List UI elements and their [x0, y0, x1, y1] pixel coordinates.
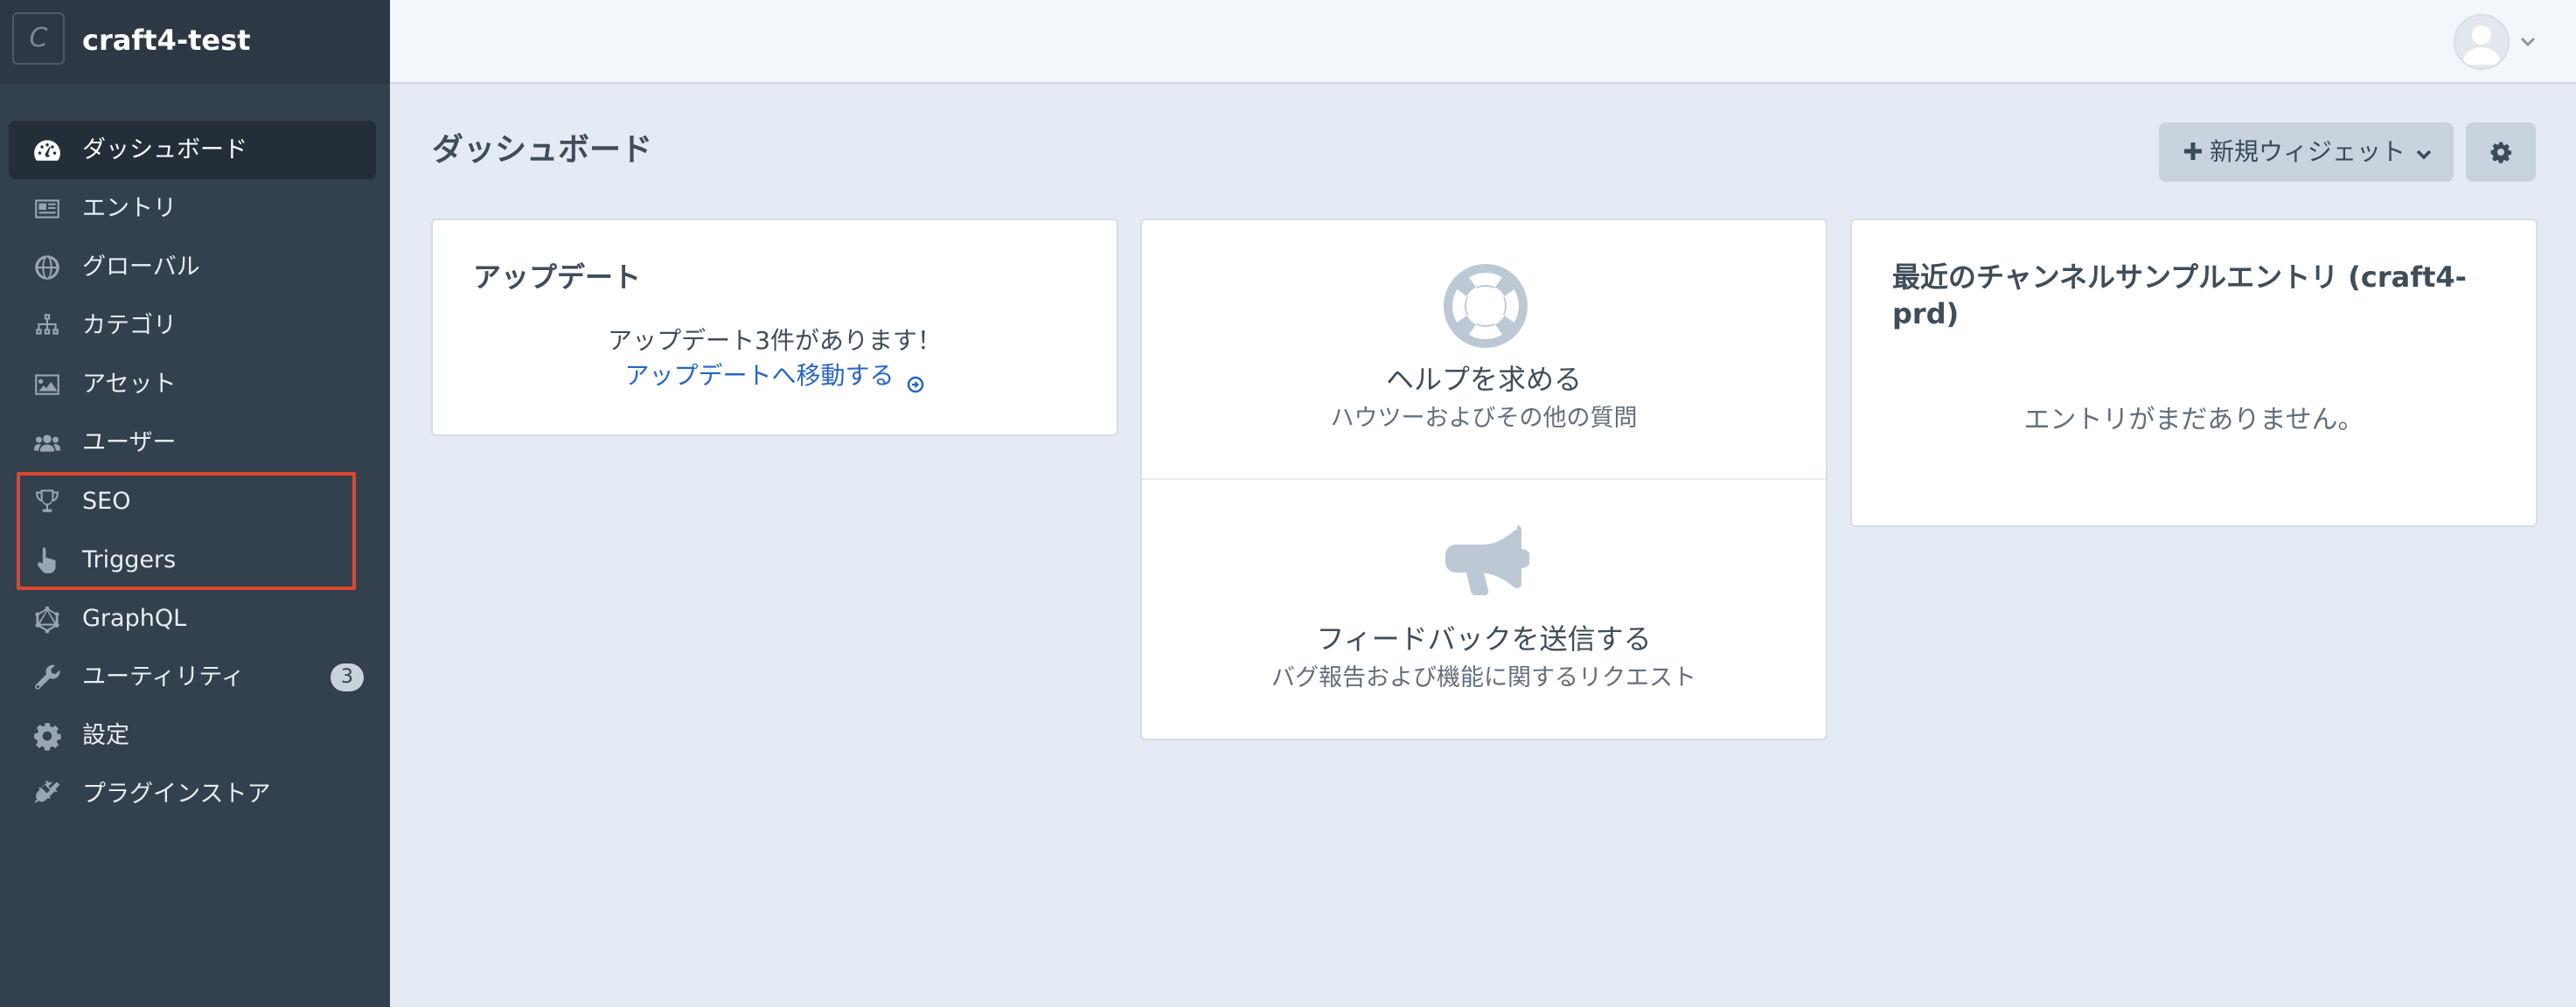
wrench-icon — [31, 662, 63, 693]
recent-entries-widget: 最近のチャンネルサンプルエントリ (craft4-prd) エントリがまだありま… — [1850, 219, 2538, 527]
go-to-updates-link[interactable]: アップデートへ移動する — [433, 358, 1117, 393]
users-icon — [31, 427, 63, 459]
graphql-icon — [31, 603, 63, 635]
sidebar-item-triggers[interactable]: Triggers — [9, 531, 376, 589]
sidebar-item-graphql[interactable]: GraphQL — [9, 589, 376, 648]
gauge-icon — [31, 135, 63, 166]
sidebar-item-label: ダッシュボード — [82, 136, 247, 163]
sidebar-item-plugin-store[interactable]: プラグインストア — [9, 765, 376, 823]
sidebar-item-label: アセット — [82, 371, 177, 398]
get-help-title: ヘルプを求める — [1385, 363, 1582, 396]
new-widget-label: 新規ウィジェット — [2210, 137, 2406, 166]
arrow-circle-right-icon — [907, 368, 924, 393]
gear-icon — [31, 720, 63, 752]
site-header: C craft4-test — [0, 0, 390, 84]
dashboard-settings-button[interactable] — [2466, 122, 2536, 182]
get-help-link[interactable]: ヘルプを求める ハウツーおよびその他の質問 — [1142, 220, 1826, 480]
site-name[interactable]: craft4-test — [82, 21, 250, 59]
sidebar-item-label: カテゴリ — [82, 312, 177, 339]
send-feedback-subtitle: バグ報告および機能に関するリクエスト — [1271, 664, 1696, 691]
sidebar-item-label: ユーティリティ — [82, 663, 245, 691]
sidebar-item-label: グローバル — [82, 253, 200, 281]
sidebar-item-dashboard[interactable]: ダッシュボード — [9, 121, 376, 179]
sidebar-item-label: GraphQL — [82, 605, 187, 632]
sidebar-item-label: エントリ — [82, 195, 177, 222]
sidebar-item-label: プラグインストア — [82, 781, 271, 808]
avatar[interactable] — [2454, 14, 2510, 70]
image-icon — [31, 369, 63, 400]
user-menu[interactable] — [2454, 14, 2541, 70]
plug-icon — [31, 779, 63, 810]
get-help-subtitle: ハウツーおよびその他の質問 — [1330, 405, 1638, 432]
gear-icon — [2490, 142, 2512, 163]
sidebar-item-assets[interactable]: アセット — [9, 355, 376, 413]
sidebar-item-label: 設定 — [82, 722, 129, 749]
sidebar: C craft4-test ダッシュボード エントリ グローバル カテゴリ アセ… — [0, 0, 390, 1007]
sidebar-item-label: SEO — [82, 488, 131, 515]
user-avatar-icon — [2462, 25, 2501, 65]
chevron-down-icon — [2413, 142, 2434, 163]
pointing-hand-icon — [31, 545, 63, 576]
help-widget: ヘルプを求める ハウツーおよびその他の質問 フィードバックを送信する バグ報告お… — [1140, 219, 1828, 740]
sidebar-item-utilities[interactable]: ユーティリティ 3 — [9, 648, 376, 706]
sidebar-item-label: Triggers — [82, 546, 177, 573]
sidebar-item-settings[interactable]: 設定 — [9, 706, 376, 765]
send-feedback-title: フィードバックを送信する — [1316, 622, 1652, 656]
send-feedback-link[interactable]: フィードバックを送信する バグ報告および機能に関するリクエスト — [1142, 480, 1826, 740]
megaphone-icon — [1442, 522, 1531, 609]
sidebar-item-seo[interactable]: SEO — [9, 472, 376, 531]
updates-widget: アップデート アップデート3件があります！ アップデートへ移動する — [431, 219, 1118, 436]
widget-title: アップデート — [473, 260, 642, 294]
page-title: ダッシュボード — [432, 132, 653, 168]
sidebar-item-categories[interactable]: カテゴリ — [9, 296, 376, 355]
sidebar-nav: ダッシュボード エントリ グローバル カテゴリ アセット ユーザー SEO Tr… — [0, 121, 390, 823]
globe-icon — [31, 252, 63, 283]
site-logo[interactable]: C — [12, 12, 65, 65]
newspaper-icon — [31, 193, 63, 225]
badge-count: 3 — [331, 663, 364, 691]
new-widget-button[interactable]: 新規ウィジェット — [2159, 122, 2454, 182]
sitemap-icon — [31, 310, 63, 342]
sidebar-item-globals[interactable]: グローバル — [9, 238, 376, 296]
chevron-down-icon[interactable] — [2517, 30, 2539, 52]
trophy-icon — [31, 486, 63, 517]
top-bar — [390, 0, 2576, 84]
sidebar-item-entries[interactable]: エントリ — [9, 179, 376, 238]
sidebar-item-users[interactable]: ユーザー — [9, 413, 376, 472]
plus-icon — [2182, 140, 2204, 163]
life-ring-icon — [1442, 262, 1529, 350]
updates-link-label[interactable]: アップデートへ移動する — [625, 361, 895, 390]
empty-message: エントリがまだありません。 — [2023, 405, 2364, 435]
sidebar-item-label: ユーザー — [82, 429, 177, 456]
widget-title: 最近のチャンネルサンプルエントリ (craft4-prd) — [1892, 260, 2467, 330]
updates-message: アップデート3件があります！ — [608, 326, 942, 355]
